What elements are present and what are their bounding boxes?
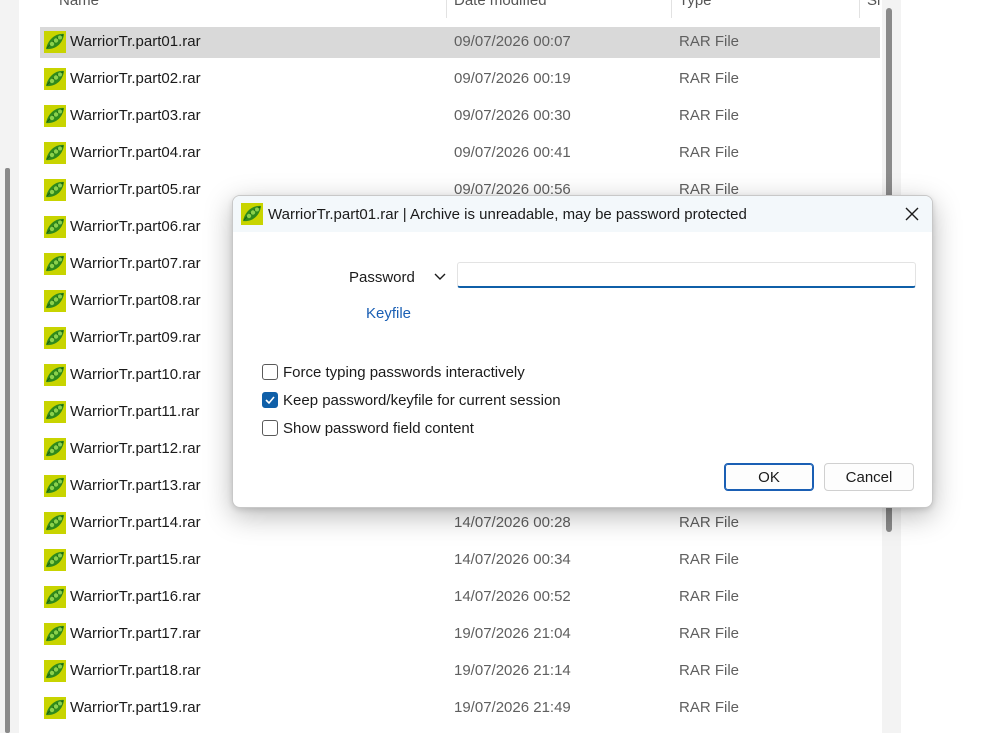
file-name: WarriorTr.part01.rar xyxy=(70,33,201,50)
file-name: WarriorTr.part14.rar xyxy=(70,514,201,531)
force-typing-checkbox[interactable] xyxy=(262,364,278,380)
file-date-modified: 14/07/2026 00:28 xyxy=(454,514,571,531)
peazip-pea-icon xyxy=(44,512,66,534)
file-type: RAR File xyxy=(679,699,740,716)
peazip-pea-icon xyxy=(44,142,66,164)
password-history-dropdown[interactable] xyxy=(431,266,449,286)
file-name: WarriorTr.part06.rar xyxy=(70,218,201,235)
ok-button[interactable]: OK xyxy=(724,463,814,491)
column-name[interactable]: Name xyxy=(59,0,99,9)
file-name: WarriorTr.part07.rar xyxy=(70,255,201,272)
close-icon xyxy=(905,207,919,221)
checkbox-label[interactable]: Keep password/keyfile for current sessio… xyxy=(283,392,561,409)
keep-password-checkbox[interactable] xyxy=(262,392,278,408)
password-label: Password xyxy=(349,269,415,286)
file-name: WarriorTr.part15.rar xyxy=(70,551,201,568)
peazip-pea-icon xyxy=(44,364,66,386)
checkbox-label[interactable]: Force typing passwords interactively xyxy=(283,364,525,381)
file-date-modified: 09/07/2026 00:41 xyxy=(454,144,571,161)
file-name: WarriorTr.part03.rar xyxy=(70,107,201,124)
file-type: RAR File xyxy=(679,107,740,124)
file-row[interactable]: WarriorTr.part14.rar 14/07/2026 00:28 RAR … xyxy=(40,508,880,539)
file-date-modified: 19/07/2026 21:04 xyxy=(454,625,571,642)
file-date-modified: 14/07/2026 00:34 xyxy=(454,551,571,568)
column-date-modified[interactable]: Date modified xyxy=(454,0,547,9)
column-size[interactable]: Si xyxy=(867,0,880,9)
file-type: RAR File xyxy=(679,70,740,87)
peazip-pea-icon xyxy=(44,401,66,423)
file-date-modified: 19/07/2026 21:14 xyxy=(454,662,571,679)
file-name: WarriorTr.part05.rar xyxy=(70,181,201,198)
file-row[interactable]: WarriorTr.part19.rar 19/07/2026 21:49 RAR … xyxy=(40,693,880,724)
show-password-checkbox[interactable] xyxy=(262,420,278,436)
column-divider[interactable] xyxy=(859,0,860,18)
peazip-pea-icon xyxy=(44,623,66,645)
navigation-scrollbar[interactable] xyxy=(5,168,10,733)
file-date-modified: 09/07/2026 00:07 xyxy=(454,33,571,50)
file-type: RAR File xyxy=(679,662,740,679)
file-name: WarriorTr.part08.rar xyxy=(70,292,201,309)
peazip-pea-icon xyxy=(44,475,66,497)
file-row[interactable]: WarriorTr.part02.rar 09/07/2026 00:19 RAR … xyxy=(40,64,880,95)
keyfile-link[interactable]: Keyfile xyxy=(366,305,411,322)
file-row[interactable]: WarriorTr.part15.rar 14/07/2026 00:34 RAR … xyxy=(40,545,880,576)
file-name: WarriorTr.part02.rar xyxy=(70,70,201,87)
file-type: RAR File xyxy=(679,625,740,642)
dialog-titlebar: WarriorTr.part01.rar | Archive is unread… xyxy=(233,196,932,232)
file-name: WarriorTr.part12.rar xyxy=(70,440,201,457)
file-row[interactable]: WarriorTr.part04.rar 09/07/2026 00:41 RAR … xyxy=(40,138,880,169)
peazip-pea-icon xyxy=(44,549,66,571)
peazip-pea-icon xyxy=(44,68,66,90)
peazip-pea-icon xyxy=(44,31,66,53)
close-button[interactable] xyxy=(897,202,927,226)
file-name: WarriorTr.part13.rar xyxy=(70,477,201,494)
file-row[interactable]: WarriorTr.part16.rar 14/07/2026 00:52 RAR … xyxy=(40,582,880,613)
cancel-button[interactable]: Cancel xyxy=(824,463,914,491)
file-row[interactable]: WarriorTr.part17.rar 19/07/2026 21:04 RAR … xyxy=(40,619,880,650)
file-type: RAR File xyxy=(679,551,740,568)
file-type: RAR File xyxy=(679,144,740,161)
checkmark-icon xyxy=(265,396,275,405)
file-name: WarriorTr.part04.rar xyxy=(70,144,201,161)
file-name: WarriorTr.part10.rar xyxy=(70,366,201,383)
dialog-title: WarriorTr.part01.rar | Archive is unread… xyxy=(268,206,747,223)
checkbox-label[interactable]: Show password field content xyxy=(283,420,474,437)
peazip-pea-icon xyxy=(44,105,66,127)
password-input[interactable] xyxy=(457,262,916,288)
peazip-pea-icon xyxy=(44,697,66,719)
file-name: WarriorTr.part17.rar xyxy=(70,625,201,642)
peazip-pea-icon xyxy=(44,438,66,460)
file-name: WarriorTr.part18.rar xyxy=(70,662,201,679)
file-row[interactable]: WarriorTr.part01.rar 09/07/2026 00:07 RAR … xyxy=(40,27,880,58)
file-date-modified: 09/07/2026 00:30 xyxy=(454,107,571,124)
file-date-modified: 19/07/2026 21:49 xyxy=(454,699,571,716)
column-header: Name Date modified Type Si xyxy=(19,0,882,18)
file-row[interactable]: WarriorTr.part03.rar 09/07/2026 00:30 RAR … xyxy=(40,101,880,132)
file-type: RAR File xyxy=(679,588,740,605)
peazip-pea-icon xyxy=(44,216,66,238)
peazip-pea-icon xyxy=(44,586,66,608)
peazip-pea-icon xyxy=(44,327,66,349)
file-row[interactable]: WarriorTr.part18.rar 19/07/2026 21:14 RAR … xyxy=(40,656,880,687)
peazip-pea-icon xyxy=(44,179,66,201)
file-name: WarriorTr.part09.rar xyxy=(70,329,201,346)
password-dialog: WarriorTr.part01.rar | Archive is unread… xyxy=(232,195,933,508)
file-name: WarriorTr.part19.rar xyxy=(70,699,201,716)
chevron-down-icon xyxy=(434,273,446,280)
peazip-pea-icon xyxy=(44,290,66,312)
file-type: RAR File xyxy=(679,514,740,531)
peazip-pea-icon xyxy=(44,253,66,275)
file-type: RAR File xyxy=(679,33,740,50)
peazip-pea-icon xyxy=(241,203,263,225)
file-date-modified: 14/07/2026 00:52 xyxy=(454,588,571,605)
column-divider[interactable] xyxy=(671,0,672,18)
file-name: WarriorTr.part16.rar xyxy=(70,588,201,605)
column-divider[interactable] xyxy=(446,0,447,18)
file-date-modified: 09/07/2026 00:19 xyxy=(454,70,571,87)
column-type[interactable]: Type xyxy=(679,0,712,9)
peazip-pea-icon xyxy=(44,660,66,682)
file-name: WarriorTr.part11.rar xyxy=(70,403,200,420)
